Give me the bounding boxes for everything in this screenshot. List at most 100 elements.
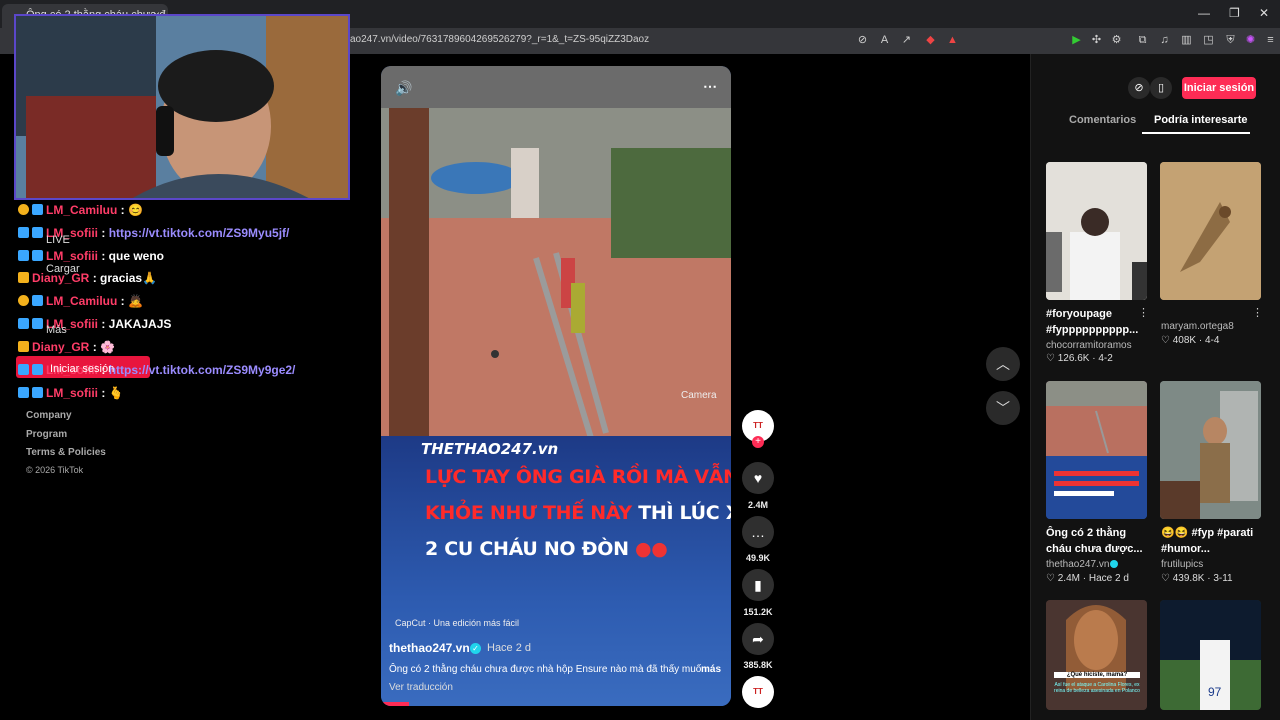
video-description: Ông có 2 thằng cháu chưa được nhà hộp En… (389, 664, 707, 675)
wallet-icon[interactable]: ◳ (1202, 34, 1215, 47)
heart-outline-icon: ♡ (1046, 353, 1058, 364)
active-tab-underline (1142, 132, 1250, 134)
share-icon[interactable]: ↗ (900, 34, 913, 47)
rewards-icon[interactable]: ▲ (946, 34, 959, 47)
volume-icon[interactable]: 🔊 (395, 80, 412, 97)
save-button[interactable]: ▮ (742, 569, 774, 601)
video-timestamp-overlay: Camera (681, 390, 717, 401)
video-watermark: THETHAO247.vn (421, 440, 559, 458)
card-author[interactable]: frutilupics (1161, 559, 1203, 570)
url-text[interactable]: ao247.vn/video/7631789604269526279?_r=1&… (350, 34, 649, 45)
share-button[interactable]: ➦ (742, 623, 774, 655)
card-more-icon[interactable]: ⋮ (1138, 306, 1149, 319)
badge-icon (32, 364, 43, 375)
video-thumbnail[interactable] (1160, 162, 1261, 300)
more-link[interactable]: más (701, 664, 721, 675)
next-video-button[interactable]: ﹀ (986, 391, 1020, 425)
comment-button[interactable]: … (742, 516, 774, 548)
card-author[interactable]: chocorramitoramos (1046, 340, 1132, 351)
bookmark-icon: ▮ (754, 577, 762, 593)
maximize-button[interactable]: ❐ (1229, 6, 1240, 20)
chevron-down-icon: ﹀ (996, 400, 1010, 416)
phone-icon[interactable]: ▯ (1150, 77, 1172, 99)
chat-user: LM_sofiii (46, 249, 99, 263)
video-thumbnail[interactable] (1160, 381, 1261, 519)
thumbnail-caption: Así fue el ataque a Carolina Flores, ex … (1054, 682, 1140, 694)
sidebar-icon[interactable]: ▥ (1180, 34, 1193, 47)
translate-link[interactable]: Ver traducción (389, 682, 453, 693)
minimize-button[interactable]: — (1198, 6, 1210, 20)
chat-text: : (98, 386, 109, 400)
video-headline-line: 2 CU CHÁU NO ĐÒN ●● (425, 538, 668, 560)
music-icon[interactable]: ♫ (1158, 34, 1171, 47)
svg-text:97: 97 (1208, 685, 1222, 699)
menu-icon[interactable]: ≡ (1264, 34, 1277, 47)
card-stats: ♡ 2.4M · Hace 2 d (1046, 573, 1129, 584)
badge-icon (18, 341, 29, 352)
chat-emoji: 🙏 (142, 271, 158, 285)
play-extension-icon[interactable]: ▶ (1070, 34, 1083, 47)
chat-line: LM_Camiluu : 🙇 (18, 294, 143, 308)
sidebar-more[interactable]: Más (46, 324, 67, 336)
comment-count: 49.9K (745, 553, 771, 563)
chat-user: LM_Camiluu (46, 203, 118, 217)
heart-outline-icon: ♡ (1046, 573, 1058, 584)
sidebar-live[interactable]: LIVE (46, 234, 70, 246)
login-button[interactable]: Iniciar sesión (1182, 77, 1256, 99)
card-author[interactable]: thethao247.vn (1046, 559, 1109, 570)
badge-icon (18, 295, 29, 306)
chat-text: : (117, 294, 129, 308)
footer-program[interactable]: Program (26, 429, 67, 440)
chat-text: : (117, 203, 129, 217)
vpn-icon[interactable]: ⛨ (1224, 34, 1237, 47)
settings-icon[interactable]: ⚙ (1110, 34, 1123, 47)
card-title[interactable]: #foryoupage #fypppppppppp... (1046, 306, 1150, 338)
chat-emoji: 🫰 (108, 386, 124, 400)
more-options-icon[interactable]: ⋯ (703, 78, 717, 95)
compass-icon[interactable]: ⊘ (1128, 77, 1150, 99)
extensions-icon[interactable]: ✣ (1090, 34, 1103, 47)
translate-icon[interactable]: A (878, 34, 891, 47)
video-thumbnail[interactable] (1046, 162, 1147, 300)
sidebar-upload[interactable]: Cargar (46, 263, 80, 275)
sidebar-login[interactable]: Iniciar sesión (50, 363, 114, 375)
card-title[interactable]: Ông có 2 thằng cháu chưa được... (1046, 525, 1150, 557)
chat-link[interactable]: https://vt.tiktok.com/ZS9My9ge2/ (109, 363, 296, 377)
brave-shield-icon[interactable]: ◆ (924, 34, 937, 47)
close-window-button[interactable]: ✕ (1259, 6, 1269, 20)
share-arrow-icon: ➦ (752, 631, 764, 647)
card-title[interactable]: 😆😆 #fyp #parati #humor... (1161, 525, 1265, 557)
badge-icon (32, 250, 43, 261)
ai-icon[interactable]: ✺ (1244, 34, 1257, 47)
chat-emoji: 😊 (128, 203, 143, 217)
like-button[interactable]: ♥ (742, 462, 774, 494)
chat-text: : (98, 226, 109, 240)
verified-icon: ✓ (470, 643, 481, 654)
card-more-icon[interactable]: ⋮ (1252, 306, 1263, 319)
capcut-label[interactable]: CapCut · Una edición más fácil (395, 618, 519, 628)
chat-link[interactable]: https://vt.tiktok.com/ZS9Myu5jf/ (109, 226, 290, 240)
video-player[interactable]: Camera THETHAO247.vn LỰC TAY ÔNG GIÀ RỒI… (381, 66, 731, 706)
webcam-scene (16, 16, 348, 198)
badge-icon (18, 387, 29, 398)
card-author[interactable]: maryam.ortega8 (1161, 321, 1234, 332)
badge-icon (32, 204, 43, 215)
progress-bar-fill[interactable] (381, 702, 409, 706)
badge-icon (32, 318, 43, 329)
sound-avatar[interactable]: TT (742, 676, 774, 708)
screenshot-icon[interactable]: ⧉ (1136, 34, 1149, 47)
tab-comments[interactable]: Comentarios (1069, 114, 1136, 126)
like-count: 2.4M (747, 500, 768, 510)
no-tracking-icon[interactable]: ⊘ (856, 34, 869, 47)
video-thumbnail[interactable]: ¿Qué hiciste, mamá? Así fue el ataque a … (1046, 600, 1147, 710)
video-thumbnail[interactable]: 97 (1160, 600, 1261, 710)
footer-company[interactable]: Company (26, 410, 72, 421)
video-author[interactable]: thethao247.vn (389, 641, 470, 655)
follow-plus-icon[interactable]: + (752, 436, 764, 448)
previous-video-button[interactable]: ︿ (986, 347, 1020, 381)
card-stats: ♡ 126.6K · 4-2 (1046, 353, 1113, 364)
footer-terms[interactable]: Terms & Policies (26, 447, 106, 458)
chat-line: Diany_GR : 🌸 (18, 340, 115, 354)
tab-recommended[interactable]: Podría interesarte (1154, 114, 1248, 126)
video-thumbnail[interactable] (1046, 381, 1147, 519)
